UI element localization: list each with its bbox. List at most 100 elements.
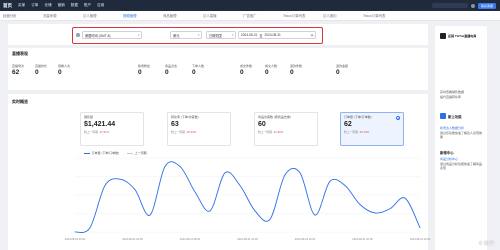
legend-label: 订单量 (下单/订单数): [91, 151, 120, 155]
tab-creator-management[interactable]: 达人管理: [83, 13, 120, 18]
metric-label: 退款金额: [336, 64, 349, 68]
kpi-value: 62: [344, 121, 352, 128]
kpi-compare-value: -31.82%: [272, 130, 284, 134]
kpi-card-sales[interactable]: 销售额 $1,421.44 较上一周期 -27.51%: [80, 112, 144, 146]
legend-item-current[interactable]: 订单量 (下单/订单数): [84, 151, 119, 155]
metric-label: 观看人次: [58, 64, 71, 68]
metric-label: 新增粉丝: [138, 64, 151, 68]
sidebar-section2-title: 新增中心: [440, 151, 454, 155]
legend-item-previous[interactable]: 上一周期: [127, 151, 147, 155]
tab-video-management[interactable]: 视频管理: [123, 13, 160, 18]
metric-item: 成交件数 0: [240, 64, 252, 76]
metric-value: 0: [35, 69, 39, 76]
sidebar-section1-title: 新上功能: [448, 115, 462, 119]
nav-item-apps[interactable]: 应用: [97, 3, 104, 8]
sidebar-promo-line: 提升直播转化率: [440, 95, 462, 99]
main-nav: 买家 订单 仓储 营销 数据 账户 应用: [18, 3, 104, 8]
kpi-card-orders[interactable]: 订单量 (下单/订单数) 62 较上一周期 -26.19%: [340, 112, 404, 146]
tab-creator-invite[interactable]: 达人邀约: [323, 13, 360, 18]
contact-support-button[interactable]: 联系客服: [477, 2, 496, 9]
chart-legend: 订单量 (下单/订单数) 上一周期: [84, 151, 147, 155]
metric-value: 62: [12, 69, 20, 76]
kpi-compare-value: -26.19%: [358, 130, 370, 134]
nav-item-buyers[interactable]: 买家: [18, 3, 25, 8]
metric-label: 直播时长: [35, 64, 48, 68]
metric-item: 直播时长 0: [35, 64, 47, 76]
nav-item-data[interactable]: 数据: [71, 3, 78, 8]
metric-item: 下单人数 0: [192, 64, 204, 76]
sub-navigation-tabs: 经营分析 流量来源 达人管理 视频管理 商品管理 达人直播 广告推广 Tesco…: [0, 11, 500, 21]
kpi-label: 订单量 (下单/订单数): [344, 115, 372, 119]
metric-label: 成交件数: [240, 64, 253, 68]
metric-item: 退款金额 0: [336, 64, 348, 76]
legend-label: 上一周期: [134, 151, 147, 155]
tab-ads[interactable]: 广告推广: [243, 13, 280, 18]
nav-item-orders[interactable]: 订单: [31, 3, 38, 8]
metric-label: 下单人数: [192, 64, 205, 68]
legend-swatch: [84, 152, 90, 154]
kpi-compare-prefix: 较上一周期: [84, 130, 98, 134]
metric-item: 观看人次 0: [58, 64, 70, 76]
metric-item: 直播场次 62: [12, 64, 24, 76]
bell-icon[interactable]: [470, 3, 475, 8]
nav-item-account[interactable]: 账户: [84, 3, 91, 8]
metric-item: 退款件数 0: [290, 64, 302, 76]
metric-item: 新增粉丝 0: [138, 64, 150, 76]
app-logo[interactable]: 首页: [3, 3, 12, 9]
overview-title: 直播表现: [12, 51, 28, 56]
metric-value: 0: [240, 69, 244, 76]
kpi-compare-value: -27.51%: [98, 130, 110, 134]
kpi-value: 60: [258, 121, 266, 128]
kpi-label: 销售额: [84, 115, 94, 119]
watermark: © 知乎: [478, 241, 494, 247]
kpi-value: $1,421.44: [84, 121, 116, 128]
metric-label: 退款件数: [290, 64, 303, 68]
metric-value: 0: [336, 69, 340, 76]
kpi-card-visitors[interactable]: 商品访客数 (按商品去重) 60 较上一周期 -31.82%: [254, 112, 318, 146]
tiktok-icon: [440, 33, 446, 39]
kpi-value: 63: [171, 121, 179, 128]
nav-item-warehouse[interactable]: 仓储: [44, 3, 51, 8]
kpi-compare: 较上一周期 -27.51%: [84, 130, 140, 134]
tab-tesco-orders-2[interactable]: Tesco订单列表: [363, 13, 400, 18]
kpi-compare: 较上一周期 -26.19%: [344, 130, 400, 134]
metric-item: 商品点击 0: [165, 64, 177, 76]
sidebar-link[interactable]: 新增达人数据分析: [440, 126, 484, 130]
sidebar-promo-line: 实时查看销售数据: [440, 90, 465, 94]
metric-value: 0: [138, 69, 142, 76]
tab-business-analysis[interactable]: 经营分析: [3, 13, 40, 18]
metric-value: 0: [58, 69, 62, 76]
metric-item: 成交人数 0: [265, 64, 277, 76]
topbar-right: 联系客服: [431, 2, 496, 9]
sidebar-promo-title: 店铺 TikTok直播电商: [448, 34, 477, 38]
metric-label: 成交人数: [265, 64, 278, 68]
tab-traffic-source[interactable]: 流量来源: [43, 13, 80, 18]
overview-card: [8, 48, 428, 90]
feature-icon: [440, 113, 446, 119]
metric-value: 0: [265, 69, 269, 76]
tab-creator-live[interactable]: 达人直播: [203, 13, 240, 18]
tab-tesco-orders[interactable]: Tesco订单列表: [283, 13, 320, 18]
nav-item-marketing[interactable]: 营销: [58, 3, 65, 8]
kpi-compare: 较上一周期 -25.23%: [171, 130, 227, 134]
sidebar-desc: 通过该功能快速了解达人表现效果: [440, 131, 483, 139]
search-input[interactable]: [431, 3, 468, 8]
kpi-label: 转化率 (下单/访客数): [171, 115, 199, 119]
kpi-compare: 较上一周期 -31.82%: [258, 130, 314, 134]
realtime-title: 实时概览: [12, 99, 28, 104]
sidebar-desc: 通过商品分析功能快速了解商品表现: [440, 162, 483, 170]
metric-label: 商品点击: [165, 64, 178, 68]
kpi-compare-value: -25.23%: [185, 130, 197, 134]
sidebar-link[interactable]: 商品分析中心: [440, 157, 484, 161]
top-navigation-bar: 首页 买家 订单 仓储 营销 数据 账户 应用 联系客服: [0, 0, 500, 11]
legend-swatch: [127, 152, 134, 154]
kpi-compare-prefix: 较上一周期: [344, 130, 358, 134]
kpi-card-conversion[interactable]: 转化率 (下单/访客数) 63 较上一周期 -25.23%: [167, 112, 231, 146]
metric-value: 0: [192, 69, 196, 76]
kpi-compare-prefix: 较上一周期: [171, 130, 185, 134]
kpi-compare-prefix: 较上一周期: [258, 130, 272, 134]
kpi-label: 商品访客数 (按商品去重): [258, 115, 291, 119]
highlight-box: [72, 27, 323, 44]
tab-product-management[interactable]: 商品管理: [163, 13, 200, 18]
selected-radio-icon[interactable]: [396, 116, 400, 120]
